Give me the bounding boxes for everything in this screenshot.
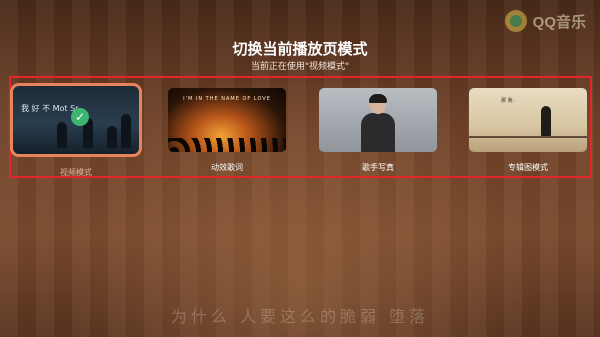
figure-shape bbox=[107, 126, 117, 148]
mode-thumbnail-animated-lyrics: I'M IN THE NAME OF LOVE bbox=[168, 88, 286, 152]
mode-label-animated-lyrics: 动效歌词 bbox=[211, 163, 243, 172]
check-icon: ✓ bbox=[71, 108, 89, 126]
mode-thumbnail-album-art: 那 我 · bbox=[469, 88, 587, 152]
railing-shape bbox=[469, 136, 587, 138]
mode-thumbnail-singer-photo bbox=[319, 88, 437, 152]
app-logo: QQ音乐 bbox=[504, 10, 586, 32]
thumbnail-text: 那 我 · bbox=[501, 98, 516, 104]
crowd-shape bbox=[168, 138, 286, 152]
mode-option-video[interactable]: 我 好 不 Mot Sr ✓ 视频模式 bbox=[10, 83, 142, 178]
mode-option-singer-photo[interactable]: 歌手写真 bbox=[319, 84, 437, 173]
mode-option-album-art[interactable]: 那 我 · 专辑图模式 bbox=[469, 84, 587, 173]
background-lyric: 为什么 人要这么的脆弱 堕落 bbox=[170, 307, 430, 326]
dialog-subtitle: 当前正在使用"视频模式" bbox=[250, 62, 350, 72]
mode-thumbnail-video: 我 好 不 Mot Sr ✓ bbox=[10, 83, 142, 157]
figure-shape bbox=[57, 122, 67, 148]
mode-option-animated-lyrics[interactable]: I'M IN THE NAME OF LOVE 动效歌词 bbox=[168, 84, 286, 173]
figure-hair bbox=[369, 94, 387, 103]
figure-shape bbox=[121, 114, 131, 148]
mode-label-singer-photo: 歌手写真 bbox=[362, 163, 394, 172]
mode-label-video: 视频模式 bbox=[60, 168, 92, 177]
figure-shape bbox=[541, 106, 551, 136]
thumbnail-text: I'M IN THE NAME OF LOVE bbox=[183, 96, 271, 102]
qq-music-logo-icon bbox=[504, 10, 527, 32]
singer-figure bbox=[361, 94, 395, 152]
mode-picker: 我 好 不 Mot Sr ✓ 视频模式 I'M IN THE NAME OF L… bbox=[9, 76, 592, 178]
figure-body bbox=[361, 113, 395, 152]
thumbnail-text: 我 好 不 Mot Sr bbox=[21, 104, 79, 113]
logo-text: QQ音乐 bbox=[532, 13, 586, 31]
mode-label-album-art: 专辑图模式 bbox=[508, 163, 548, 172]
dialog-title: 切换当前播放页模式 bbox=[232, 40, 368, 58]
